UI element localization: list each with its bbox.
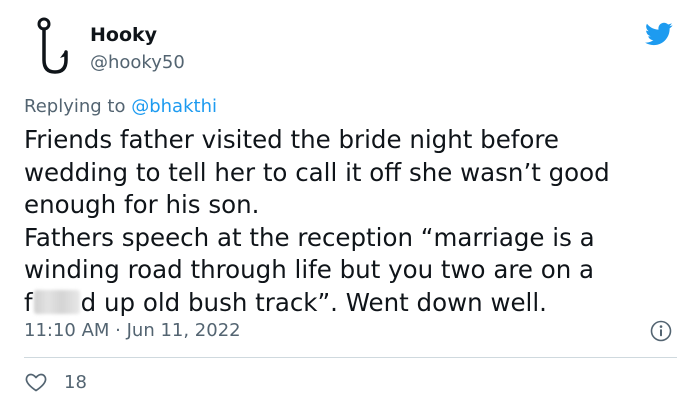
avatar[interactable] xyxy=(24,14,80,78)
like-button[interactable]: 18 xyxy=(24,370,87,394)
mention-link[interactable]: @bhakthi xyxy=(131,96,217,117)
tweet-text-line: f d up old bush track”. Went down well. xyxy=(24,287,679,320)
tweet-text-line: wedding to tell her to call it off she w… xyxy=(24,157,610,187)
censor-blur xyxy=(33,289,80,314)
like-count: 18 xyxy=(64,371,87,393)
tweet-text-line: Friends father visited the bride night b… xyxy=(24,125,559,154)
tweet-text: Friends father visited the bride night b… xyxy=(24,124,679,319)
heart-icon xyxy=(25,373,47,392)
author-name[interactable]: Hooky xyxy=(90,24,157,46)
author-handle[interactable]: @hooky50 xyxy=(90,52,185,73)
censored-line-end: d up old bush track”. Went down well. xyxy=(80,287,547,317)
twitter-bird-icon[interactable] xyxy=(643,20,675,48)
fish-hook-icon xyxy=(37,17,68,74)
tweet-text-line: enough for his son. xyxy=(24,190,260,219)
censored-word-start: f xyxy=(24,287,33,317)
tweet-text-line: Fathers speech at the reception “marriag… xyxy=(24,222,595,252)
tweet-card: Hooky @hooky50 Replying to @bhakthi Frie… xyxy=(0,0,700,410)
tweet-text-line: winding road through life but you two ar… xyxy=(24,255,595,284)
divider xyxy=(24,357,677,358)
info-icon[interactable] xyxy=(650,320,672,342)
replying-to-label: Replying to xyxy=(24,96,126,117)
replying-to: Replying to @bhakthi xyxy=(24,96,217,117)
tweet-timestamp[interactable]: 11:10 AM · Jun 11, 2022 xyxy=(24,320,241,341)
